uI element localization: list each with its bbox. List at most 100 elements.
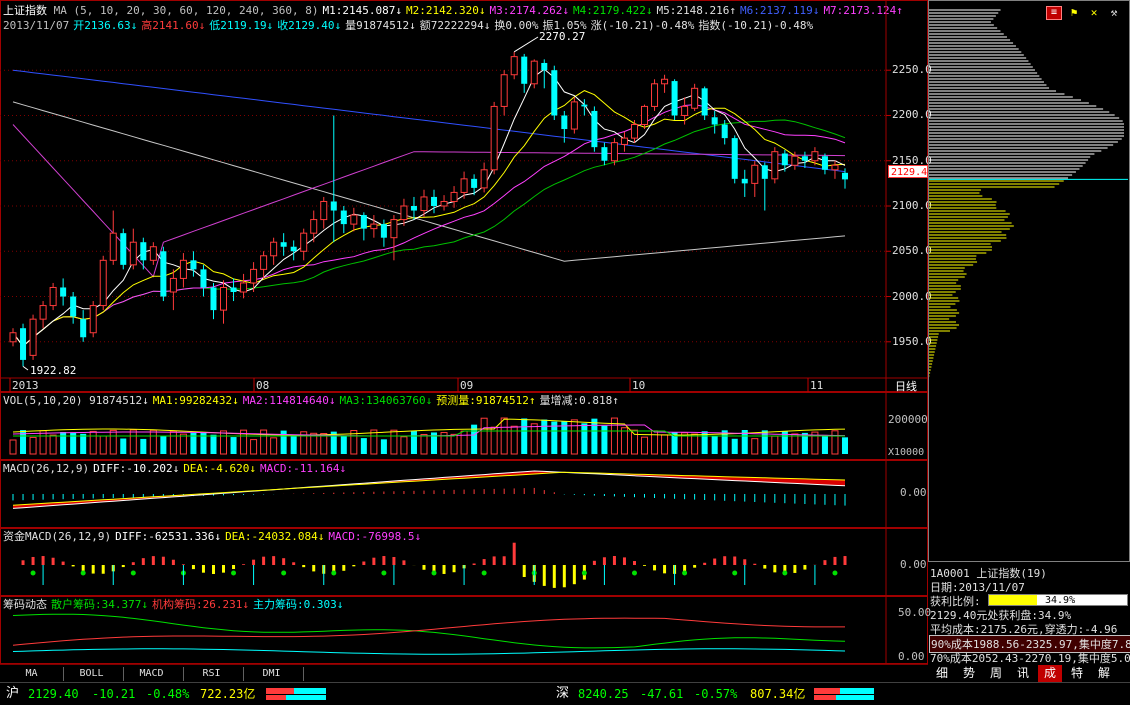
candle-body: [89, 305, 97, 334]
candle-body: [500, 74, 508, 107]
tab-rsi[interactable]: RSI: [180, 667, 244, 681]
side-button-news[interactable]: 讯: [1011, 665, 1035, 682]
candle-body: [360, 215, 367, 229]
chip-chart[interactable]: [0, 596, 928, 664]
candle-body: [630, 124, 638, 139]
sz-change: -47.61: [640, 687, 684, 701]
candle-body: [691, 87, 699, 109]
sz-breadth-bar: [814, 688, 874, 700]
tab-dmi[interactable]: DMI: [240, 667, 304, 681]
candle-body: [471, 178, 478, 188]
sz-pct: -0.57%: [694, 687, 738, 701]
candle-body: [821, 156, 828, 170]
side-button-explain[interactable]: 解: [1092, 665, 1116, 682]
fund-macd-marker: [481, 570, 487, 576]
candle-body: [179, 259, 187, 279]
sz-price: 8240.25: [578, 687, 629, 701]
candle-body: [60, 287, 67, 297]
macd-y-tick: 0.00: [900, 486, 927, 499]
macd-panel[interactable]: MACD(26,12,9) DIFF:-10.202↓ DEA:-4.620↓ MAC…: [0, 460, 928, 528]
chip-distribution-panel[interactable]: ≡ ⚑ ✕ ⚒: [928, 0, 1130, 562]
candle-body: [99, 259, 107, 307]
volume-bar: [831, 430, 839, 455]
volume-bar: [711, 436, 718, 454]
volume-bar: [89, 430, 97, 455]
candle-body: [300, 232, 308, 252]
volume-bar: [460, 430, 468, 455]
ma-line-blue: [12, 69, 846, 173]
main-x-tick: 2013: [12, 379, 39, 392]
low-label: 1922.82: [30, 364, 77, 377]
side-button-special[interactable]: 特: [1065, 665, 1089, 682]
volume-bar: [340, 435, 347, 454]
menu-icon[interactable]: ≡: [1046, 6, 1062, 20]
candle-body: [841, 172, 848, 180]
side-button-detail[interactable]: 细: [930, 665, 954, 682]
sh-label: 沪: [6, 686, 20, 701]
info-line-4: 70%成本2052.43-2270.19,集中度5.0: [930, 652, 1130, 665]
fund-macd-panel[interactable]: 资金MACD(26,12,9) DIFF:-62531.336↓ DEA:-2403…: [0, 528, 928, 596]
volume-bar: [500, 417, 508, 455]
side-button-chip[interactable]: 成: [1038, 665, 1062, 682]
cross-icon[interactable]: ✕: [1086, 6, 1102, 20]
macd-chart[interactable]: [0, 460, 928, 528]
sh-breadth-bar: [266, 688, 326, 700]
volume-y-tick: 200000: [888, 413, 928, 426]
candle-body: [380, 224, 387, 238]
candle-body: [149, 246, 157, 261]
fund-macd-marker: [30, 570, 36, 576]
tab-ma[interactable]: MA: [0, 667, 64, 681]
fund-macd-chart[interactable]: [0, 528, 928, 596]
volume-bar: [841, 437, 848, 454]
main-y-tick: 2200.0: [892, 108, 932, 122]
candle-body: [751, 164, 759, 184]
volume-bar: [390, 429, 398, 455]
volume-chart[interactable]: [0, 392, 928, 460]
tab-boll[interactable]: BOLL: [60, 667, 124, 681]
candlestick-chart[interactable]: [0, 0, 928, 392]
side-button-trend[interactable]: 势: [957, 665, 981, 682]
candle-body: [761, 165, 768, 179]
candle-body: [610, 142, 618, 162]
ma-line-green: [12, 119, 846, 348]
fund-macd-marker: [631, 570, 637, 576]
volume-bar: [270, 437, 278, 455]
tab-macd[interactable]: MACD: [120, 667, 184, 681]
current-price-label: 2129.4: [891, 167, 928, 178]
main-chart[interactable]: 2270.27 1922.82 2129.4 2250.0 2200.0 2150.…: [0, 0, 932, 393]
candle-body: [581, 104, 588, 107]
volume-bar: [601, 425, 608, 454]
candle-body: [570, 101, 578, 130]
candle-body: [831, 164, 839, 171]
candle-body: [350, 214, 358, 225]
volume-bar: [641, 436, 649, 455]
candle-body: [370, 223, 378, 230]
fund-macd-marker: [732, 570, 738, 576]
fund-macd-marker: [431, 570, 437, 576]
volume-bar: [450, 433, 458, 455]
indicator-tab-bar: MA BOLL MACD RSI DMI: [0, 664, 928, 681]
volume-bar: [541, 419, 548, 454]
volume-bar: [160, 436, 167, 454]
fund-macd-marker: [782, 570, 788, 576]
volume-bar: [149, 429, 157, 455]
tool-icon[interactable]: ⚒: [1106, 6, 1122, 20]
sz-amount: 807.34亿: [750, 687, 806, 701]
volume-bar: [821, 434, 828, 454]
chip-distribution-chart[interactable]: [928, 0, 1130, 562]
chip-panel[interactable]: 筹码动态 散户筹码:34.377↓ 机构筹码:26.231↓ 主力筹码:0.303↓ …: [0, 596, 932, 664]
volume-bar: [169, 430, 177, 455]
sh-amount: 722.23亿: [200, 687, 256, 701]
volume-panel[interactable]: VOL(5,10,20) 91874512↓ MA1:99282432↓ MA2:1…: [0, 392, 928, 460]
flag-icon[interactable]: ⚑: [1066, 6, 1082, 20]
chip-main-line: [12, 648, 846, 655]
candle-body: [9, 332, 17, 343]
volume-bar: [480, 417, 488, 455]
side-toolbar: ≡ ⚑ ✕ ⚒: [1046, 6, 1128, 22]
chip-y-tick-50: 50.00: [898, 606, 932, 619]
candle-body: [541, 62, 548, 71]
fund-macd-marker: [581, 570, 587, 576]
ma-line-white: [12, 68, 846, 348]
side-button-week[interactable]: 周: [984, 665, 1008, 682]
volume-bar: [250, 439, 258, 455]
